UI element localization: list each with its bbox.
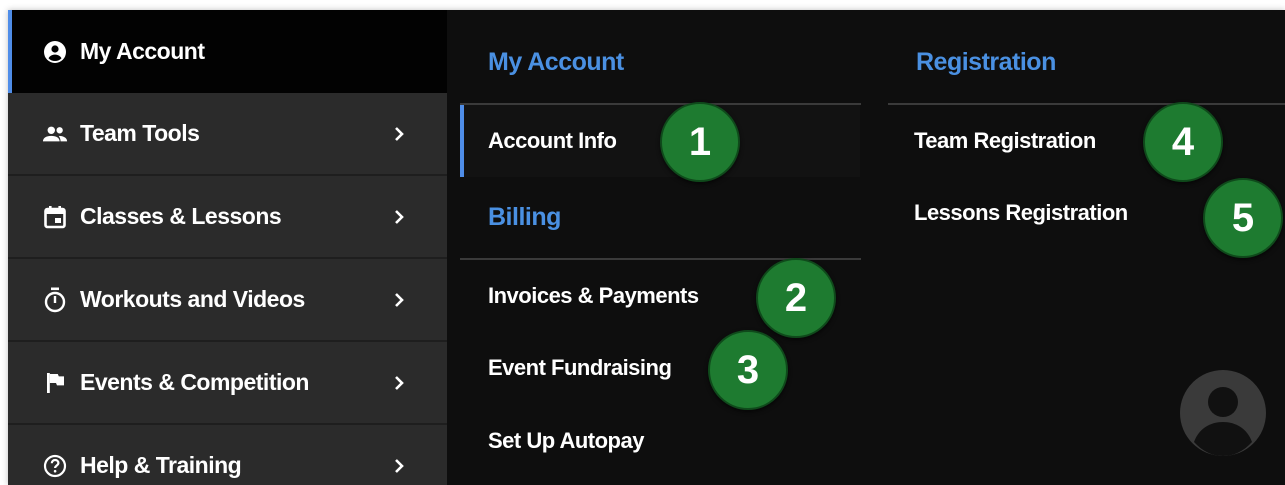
account-circle-icon <box>42 39 68 65</box>
user-avatar-icon[interactable] <box>1180 370 1266 456</box>
account-info-link[interactable]: Account Info <box>488 128 617 154</box>
calendar-icon <box>42 204 68 230</box>
sidebar-item-workouts-videos[interactable]: Workouts and Videos <box>8 259 447 342</box>
sidebar-item-label: Workouts and Videos <box>80 286 305 312</box>
chevron-right-icon <box>392 292 406 307</box>
sidebar-item-label: Classes & Lessons <box>80 203 282 229</box>
step-badge-5: 5 <box>1203 178 1283 258</box>
chevron-right-icon <box>392 209 406 224</box>
sidebar-item-label: Help & Training <box>80 452 242 478</box>
billing-heading: Billing <box>488 203 561 231</box>
sidebar-item-my-account[interactable]: My Account <box>8 10 447 93</box>
chevron-right-icon <box>392 458 406 473</box>
sidebar-item-events-competition[interactable]: Events & Competition <box>8 342 447 425</box>
step-badge-4: 4 <box>1143 102 1223 182</box>
sidebar-item-team-tools[interactable]: Team Tools <box>8 93 447 176</box>
divider <box>888 103 1285 105</box>
team-registration-link[interactable]: Team Registration <box>914 128 1096 154</box>
registration-heading: Registration <box>916 48 1056 76</box>
sidebar-item-label: Team Tools <box>80 120 200 146</box>
sidebar: My Account Team Tools Classes & Lessons <box>8 10 447 485</box>
sidebar-item-classes-lessons[interactable]: Classes & Lessons <box>8 176 447 259</box>
lessons-registration-link[interactable]: Lessons Registration <box>914 200 1128 226</box>
sidebar-item-help-training[interactable]: Help & Training <box>8 425 447 485</box>
set-up-autopay-link[interactable]: Set Up Autopay <box>488 428 644 454</box>
step-badge-3: 3 <box>708 330 788 410</box>
my-account-heading: My Account <box>488 48 624 76</box>
menu-panel: My Account Team Tools Classes & Lessons <box>8 10 1285 485</box>
event-fundraising-link[interactable]: Event Fundraising <box>488 355 672 381</box>
timer-icon <box>42 287 68 313</box>
chevron-right-icon <box>392 375 406 390</box>
sidebar-item-label: My Account <box>80 38 205 64</box>
chevron-right-icon <box>392 126 406 141</box>
invoices-payments-link[interactable]: Invoices & Payments <box>488 283 699 309</box>
people-icon <box>42 121 68 147</box>
help-circle-icon <box>42 453 68 479</box>
step-badge-1: 1 <box>660 102 740 182</box>
step-badge-2: 2 <box>756 258 836 338</box>
flag-icon <box>42 370 68 396</box>
sidebar-item-label: Events & Competition <box>80 369 309 395</box>
